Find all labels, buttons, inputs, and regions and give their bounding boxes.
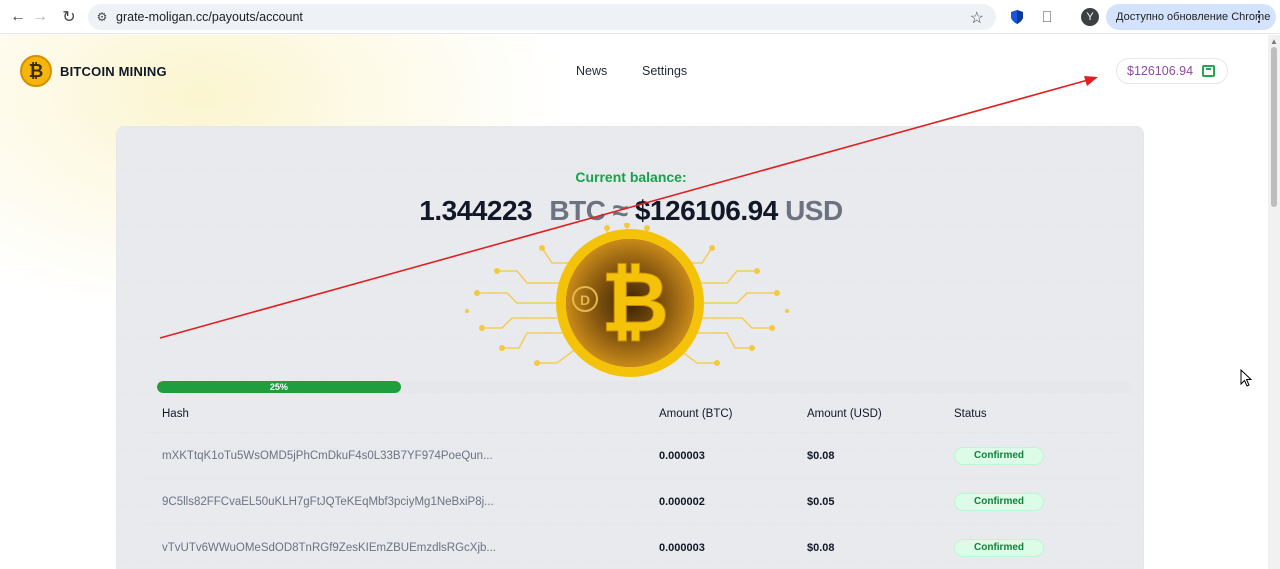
- header-hash: Hash: [162, 407, 189, 420]
- page-scrollbar[interactable]: ▲: [1268, 35, 1280, 569]
- current-balance-label: Current balance:: [575, 169, 687, 185]
- scrollbar-thumb[interactable]: [1271, 47, 1277, 207]
- update-label: Доступно обновление Chrome: [1116, 11, 1271, 23]
- row-hash: 9C5lls82FFCvaEL50uKLH7gFtJQTeKEqMbf3pciy…: [162, 495, 494, 508]
- svg-text:₿: ₿: [601, 255, 669, 349]
- nav-settings[interactable]: Settings: [642, 64, 687, 78]
- menu-kebab-icon[interactable]: ⋮: [1252, 8, 1266, 25]
- bookmark-star-icon[interactable]: ☆: [970, 8, 984, 28]
- table-row[interactable]: mXKTtqK1oTu5WsOMD5jPhCmDkuF4s0L33B7YF974…: [145, 433, 1120, 479]
- bitcoin-logo-icon: ₿: [20, 55, 52, 87]
- balance-card: Current balance: 1.344223 BTC ≈ $126106.…: [116, 126, 1144, 569]
- bitcoin-coin-illustration: D ₿: [457, 222, 797, 383]
- extensions-puzzle-icon[interactable]: ⎕: [1038, 8, 1056, 26]
- header-balance-value: $126106.94: [1127, 64, 1194, 78]
- status-badge: Confirmed: [954, 538, 1044, 557]
- page-content: ₿ BITCOIN MINING News Settings $126106.9…: [0, 35, 1268, 569]
- table-header: Hash Amount (BTC) Amount (USD) Status: [145, 395, 1120, 433]
- header-balance-button[interactable]: $126106.94: [1116, 58, 1228, 84]
- status-badge: Confirmed: [954, 446, 1044, 465]
- btc-unit: BTC: [549, 195, 606, 226]
- browser-toolbar: ← → ↻ ⚙ grate-moligan.cc/payouts/account…: [0, 0, 1280, 34]
- reload-icon[interactable]: ↻: [55, 3, 83, 31]
- row-hash: mXKTtqK1oTu5WsOMD5jPhCmDkuF4s0L33B7YF974…: [162, 449, 493, 462]
- header-amount-usd: Amount (USD): [807, 407, 882, 420]
- usd-amount: $126106.94: [634, 195, 778, 226]
- shield-extension-icon[interactable]: [1008, 8, 1026, 26]
- nav-news[interactable]: News: [576, 64, 607, 78]
- header-status: Status: [954, 407, 987, 420]
- chrome-update-button[interactable]: Доступно обновление Chrome ⋮: [1106, 4, 1276, 30]
- forward-icon[interactable]: →: [26, 3, 54, 31]
- table-row[interactable]: vTvUTv6WWuOMeSdOD8TnRGf9ZesKIEmZBUEmzdls…: [145, 525, 1120, 569]
- status-badge: Confirmed: [954, 492, 1044, 511]
- mouse-cursor-icon: [1240, 369, 1253, 387]
- wallet-icon: [1202, 65, 1215, 77]
- site-name: BITCOIN MINING: [60, 63, 167, 79]
- row-amount-usd: $0.05: [807, 495, 835, 508]
- usd-unit: USD: [785, 195, 843, 226]
- site-logo[interactable]: ₿ BITCOIN MINING: [20, 55, 167, 87]
- url-text: grate-moligan.cc/payouts/account: [116, 10, 303, 24]
- row-amount-btc: 0.000002: [659, 495, 705, 508]
- btc-amount: 1.344223: [419, 195, 533, 226]
- progress-fill: 25%: [157, 381, 401, 393]
- row-hash: vTvUTv6WWuOMeSdOD8TnRGf9ZesKIEmZBUEmzdls…: [162, 541, 496, 554]
- approx-sign: ≈: [612, 195, 628, 226]
- svg-text:D: D: [580, 292, 590, 308]
- table-row[interactable]: 9C5lls82FFCvaEL50uKLH7gFtJQTeKEqMbf3pciy…: [145, 479, 1120, 525]
- address-bar[interactable]: ⚙ grate-moligan.cc/payouts/account ☆: [88, 4, 996, 30]
- row-amount-usd: $0.08: [807, 449, 835, 462]
- scroll-up-icon[interactable]: ▲: [1270, 37, 1278, 46]
- header-amount-btc: Amount (BTC): [659, 407, 733, 420]
- site-info-icon[interactable]: ⚙: [88, 10, 116, 24]
- mining-progress-bar: 25%: [157, 381, 1132, 393]
- row-amount-btc: 0.000003: [659, 541, 705, 554]
- profile-avatar[interactable]: Y: [1081, 8, 1099, 26]
- row-amount-btc: 0.000003: [659, 449, 705, 462]
- payouts-table: Hash Amount (BTC) Amount (USD) Status mX…: [145, 395, 1120, 569]
- row-amount-usd: $0.08: [807, 541, 835, 554]
